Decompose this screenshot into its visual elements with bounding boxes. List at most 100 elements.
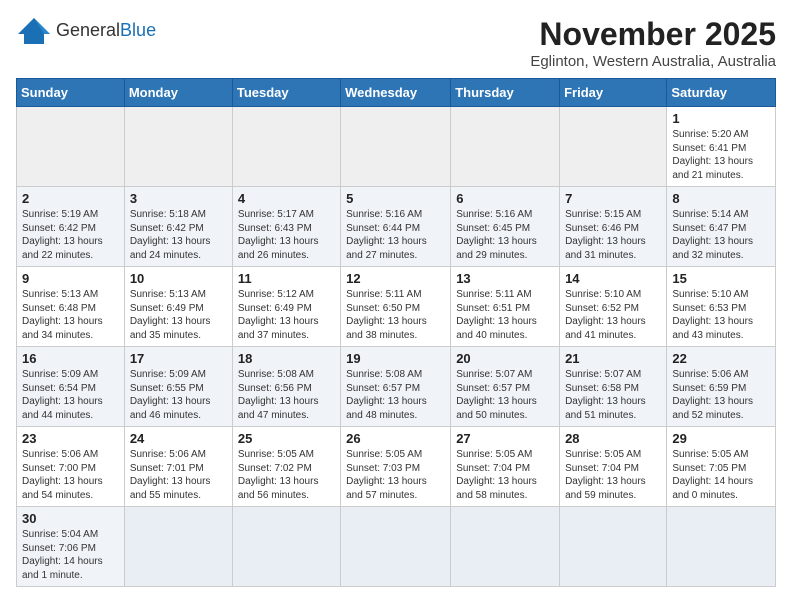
title-area: November 2025 Eglinton, Western Australi…	[530, 16, 776, 70]
day-number: 17	[130, 351, 227, 366]
calendar-cell	[560, 507, 667, 587]
calendar-cell: 16Sunrise: 5:09 AM Sunset: 6:54 PM Dayli…	[17, 347, 125, 427]
calendar-cell	[667, 507, 776, 587]
calendar-cell	[124, 507, 232, 587]
calendar-cell: 17 Sunrise: 5:09 AM Sunset: 6:55 PM Dayli…	[124, 347, 232, 427]
header-tuesday: Tuesday	[232, 79, 340, 107]
day-number: 24	[130, 431, 227, 446]
day-number: 30	[22, 511, 119, 526]
calendar-cell	[451, 507, 560, 587]
day-info: Sunrise: 5:05 AM Sunset: 7:05 PM Dayligh…	[672, 448, 770, 502]
calendar-cell: 11 Sunrise: 5:12 AM Sunset: 6:49 PM Dayli…	[232, 267, 340, 347]
week-row-5: 23Sunrise: 5:06 AM Sunset: 7:00 PM Dayli…	[17, 427, 776, 507]
day-number: 12	[346, 271, 445, 286]
calendar-cell: 1 Sunrise: 5:20 AM Sunset: 6:41 PM Daylig…	[667, 107, 776, 187]
day-number: 6	[456, 191, 554, 206]
day-number: 18	[238, 351, 335, 366]
calendar-cell: 24 Sunrise: 5:06 AM Sunset: 7:01 PM Dayli…	[124, 427, 232, 507]
day-number: 5	[346, 191, 445, 206]
day-info: Sunrise: 5:20 AM Sunset: 6:41 PM Dayligh…	[672, 128, 770, 182]
day-info: Sunrise: 5:05 AM Sunset: 7:04 PM Dayligh…	[456, 448, 554, 502]
day-info: Sunrise: 5:19 AM Sunset: 6:42 PM Dayligh…	[22, 208, 119, 262]
calendar-cell: 2 Sunrise: 5:19 AM Sunset: 6:42 PM Daylig…	[17, 187, 125, 267]
week-row-6: 30 Sunrise: 5:04 AM Sunset: 7:06 PM Dayli…	[17, 507, 776, 587]
header-sunday: Sunday	[17, 79, 125, 107]
calendar-cell	[124, 107, 232, 187]
day-info: Sunrise: 5:06 AM Sunset: 7:01 PM Dayligh…	[130, 448, 227, 502]
day-info: Sunrise: 5:05 AM Sunset: 7:04 PM Dayligh…	[565, 448, 661, 502]
day-number: 2	[22, 191, 119, 206]
day-number: 14	[565, 271, 661, 286]
calendar-cell: 22 Sunrise: 5:06 AM Sunset: 6:59 PM Dayli…	[667, 347, 776, 427]
day-number: 26	[346, 431, 445, 446]
calendar-cell: 25Sunrise: 5:05 AM Sunset: 7:02 PM Dayli…	[232, 427, 340, 507]
calendar-cell: 27Sunrise: 5:05 AM Sunset: 7:04 PM Dayli…	[451, 427, 560, 507]
location-subtitle: Eglinton, Western Australia, Australia	[530, 53, 776, 70]
day-number: 1	[672, 111, 770, 126]
day-number: 21	[565, 351, 661, 366]
day-info: Sunrise: 5:07 AM Sunset: 6:58 PM Dayligh…	[565, 368, 661, 422]
day-number: 25	[238, 431, 335, 446]
day-number: 9	[22, 271, 119, 286]
day-info: Sunrise: 5:09 AM Sunset: 6:55 PM Dayligh…	[130, 368, 227, 422]
logo-text: GeneralBlue	[56, 21, 156, 41]
day-info: Sunrise: 5:09 AM Sunset: 6:54 PM Dayligh…	[22, 368, 119, 422]
day-info: Sunrise: 5:04 AM Sunset: 7:06 PM Dayligh…	[22, 528, 119, 582]
day-number: 11	[238, 271, 335, 286]
calendar-cell: 7Sunrise: 5:15 AM Sunset: 6:46 PM Daylig…	[560, 187, 667, 267]
page-header: GeneralBlue November 2025 Eglinton, West…	[16, 16, 776, 70]
calendar-cell: 3 Sunrise: 5:18 AM Sunset: 6:42 PM Daylig…	[124, 187, 232, 267]
calendar-cell: 28 Sunrise: 5:05 AM Sunset: 7:04 PM Dayli…	[560, 427, 667, 507]
calendar-cell: 23Sunrise: 5:06 AM Sunset: 7:00 PM Dayli…	[17, 427, 125, 507]
day-info: Sunrise: 5:12 AM Sunset: 6:49 PM Dayligh…	[238, 288, 335, 342]
calendar-cell: 30 Sunrise: 5:04 AM Sunset: 7:06 PM Dayli…	[17, 507, 125, 587]
calendar-cell: 8 Sunrise: 5:14 AM Sunset: 6:47 PM Daylig…	[667, 187, 776, 267]
day-info: Sunrise: 5:05 AM Sunset: 7:03 PM Dayligh…	[346, 448, 445, 502]
day-info: Sunrise: 5:16 AM Sunset: 6:44 PM Dayligh…	[346, 208, 445, 262]
day-info: Sunrise: 5:10 AM Sunset: 6:52 PM Dayligh…	[565, 288, 661, 342]
day-number: 8	[672, 191, 770, 206]
day-number: 10	[130, 271, 227, 286]
day-info: Sunrise: 5:08 AM Sunset: 6:57 PM Dayligh…	[346, 368, 445, 422]
day-number: 29	[672, 431, 770, 446]
header-friday: Friday	[560, 79, 667, 107]
day-info: Sunrise: 5:10 AM Sunset: 6:53 PM Dayligh…	[672, 288, 770, 342]
calendar-cell	[17, 107, 125, 187]
day-info: Sunrise: 5:14 AM Sunset: 6:47 PM Dayligh…	[672, 208, 770, 262]
day-info: Sunrise: 5:15 AM Sunset: 6:46 PM Dayligh…	[565, 208, 661, 262]
day-info: Sunrise: 5:13 AM Sunset: 6:48 PM Dayligh…	[22, 288, 119, 342]
calendar-cell: 4 Sunrise: 5:17 AM Sunset: 6:43 PM Daylig…	[232, 187, 340, 267]
week-row-4: 16Sunrise: 5:09 AM Sunset: 6:54 PM Dayli…	[17, 347, 776, 427]
day-number: 28	[565, 431, 661, 446]
header-thursday: Thursday	[451, 79, 560, 107]
day-info: Sunrise: 5:18 AM Sunset: 6:42 PM Dayligh…	[130, 208, 227, 262]
day-info: Sunrise: 5:07 AM Sunset: 6:57 PM Dayligh…	[456, 368, 554, 422]
calendar-cell: 9 Sunrise: 5:13 AM Sunset: 6:48 PM Daylig…	[17, 267, 125, 347]
calendar-cell	[232, 107, 340, 187]
calendar-cell	[341, 507, 451, 587]
calendar-cell: 26 Sunrise: 5:05 AM Sunset: 7:03 PM Dayli…	[341, 427, 451, 507]
day-number: 3	[130, 191, 227, 206]
calendar-cell: 5 Sunrise: 5:16 AM Sunset: 6:44 PM Daylig…	[341, 187, 451, 267]
calendar-cell	[560, 107, 667, 187]
logo: GeneralBlue	[16, 16, 156, 46]
calendar-cell	[341, 107, 451, 187]
day-number: 19	[346, 351, 445, 366]
calendar-cell: 6 Sunrise: 5:16 AM Sunset: 6:45 PM Daylig…	[451, 187, 560, 267]
day-info: Sunrise: 5:11 AM Sunset: 6:51 PM Dayligh…	[456, 288, 554, 342]
calendar-cell: 21 Sunrise: 5:07 AM Sunset: 6:58 PM Dayli…	[560, 347, 667, 427]
day-info: Sunrise: 5:06 AM Sunset: 6:59 PM Dayligh…	[672, 368, 770, 422]
header-saturday: Saturday	[667, 79, 776, 107]
day-info: Sunrise: 5:16 AM Sunset: 6:45 PM Dayligh…	[456, 208, 554, 262]
day-info: Sunrise: 5:17 AM Sunset: 6:43 PM Dayligh…	[238, 208, 335, 262]
month-title: November 2025	[530, 16, 776, 53]
day-number: 15	[672, 271, 770, 286]
header-wednesday: Wednesday	[341, 79, 451, 107]
calendar-table: Sunday Monday Tuesday Wednesday Thursday…	[16, 78, 776, 587]
day-info: Sunrise: 5:06 AM Sunset: 7:00 PM Dayligh…	[22, 448, 119, 502]
calendar-cell: 13Sunrise: 5:11 AM Sunset: 6:51 PM Dayli…	[451, 267, 560, 347]
day-number: 22	[672, 351, 770, 366]
day-info: Sunrise: 5:13 AM Sunset: 6:49 PM Dayligh…	[130, 288, 227, 342]
day-number: 4	[238, 191, 335, 206]
calendar-cell: 19 Sunrise: 5:08 AM Sunset: 6:57 PM Dayli…	[341, 347, 451, 427]
